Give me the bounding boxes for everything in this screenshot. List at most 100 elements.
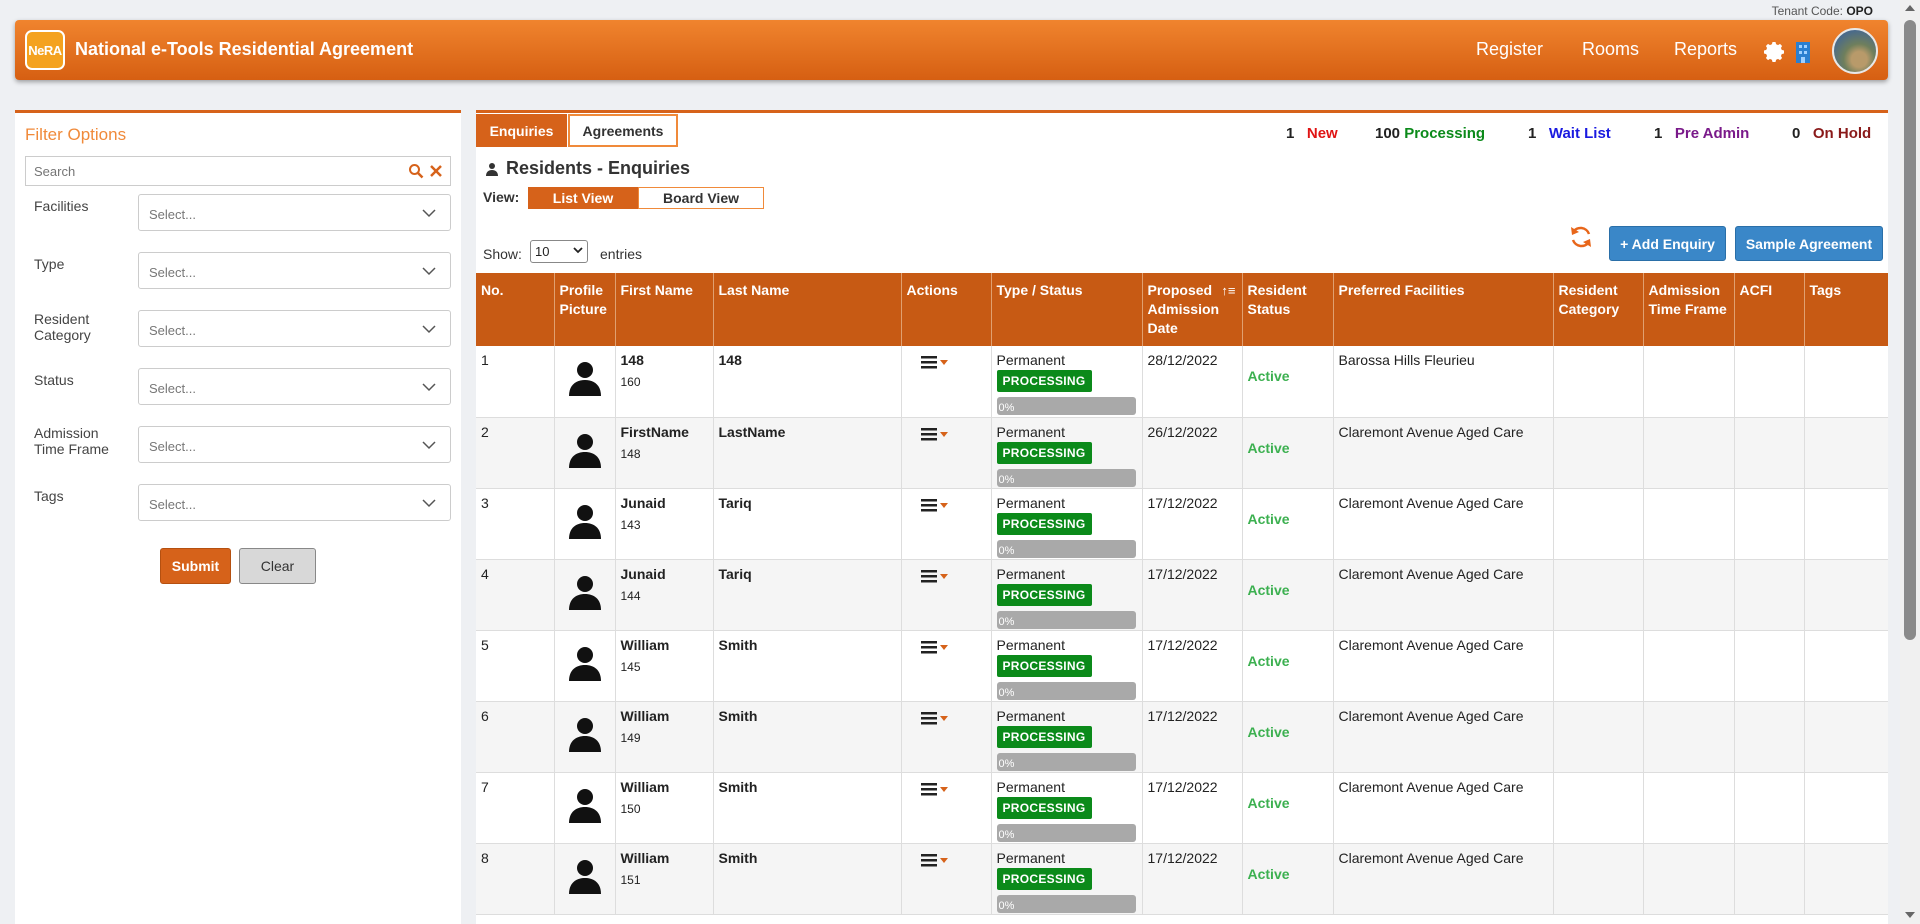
stat-on-hold[interactable]: 0 On Hold: [1792, 125, 1871, 142]
building-icon[interactable]: [1793, 41, 1813, 63]
stat-pre-admin[interactable]: 1 Pre Admin: [1654, 125, 1749, 142]
scroll-thumb[interactable]: [1904, 20, 1916, 640]
col-profile-picture[interactable]: Profile Picture: [554, 273, 616, 346]
actions-menu-button[interactable]: [907, 424, 986, 441]
table-row[interactable]: 3 Junaid 143 Tariq Permanent PROCESSING 0% 17/1…: [476, 488, 1888, 560]
first-name[interactable]: William: [621, 850, 670, 866]
profile-picture[interactable]: [554, 843, 616, 915]
actions-menu-button[interactable]: [907, 850, 986, 867]
nav-register[interactable]: Register: [1476, 39, 1543, 60]
app-logo[interactable]: NeRA: [25, 30, 65, 70]
acfi-cell: [1734, 417, 1805, 489]
nav-reports[interactable]: Reports: [1674, 39, 1737, 60]
col-first-name[interactable]: First Name: [615, 273, 714, 346]
actions-menu-button[interactable]: [907, 495, 986, 512]
add-enquiry-button[interactable]: + Add Enquiry: [1609, 226, 1726, 261]
gear-icon[interactable]: [1763, 40, 1787, 64]
list-view-button[interactable]: List View: [528, 187, 638, 209]
actions-menu-button[interactable]: [907, 637, 986, 654]
table-row[interactable]: 1 148 160 148 Permanent PROCESSING 0% 28/12/202…: [476, 346, 1888, 418]
search-icon[interactable]: [408, 163, 424, 179]
stat-processing[interactable]: 100 Processing: [1375, 125, 1485, 142]
col-admission-time-frame[interactable]: Admission Time Frame: [1643, 273, 1735, 346]
actions-menu-button[interactable]: [907, 352, 986, 369]
profile-picture[interactable]: [554, 630, 616, 702]
type-text: Permanent: [996, 565, 1065, 582]
profile-picture[interactable]: [554, 346, 616, 418]
status-select[interactable]: Select...: [138, 368, 451, 405]
table-row[interactable]: 4 Junaid 144 Tariq Permanent PROCESSING 0% 17/1…: [476, 559, 1888, 631]
first-name[interactable]: William: [621, 708, 670, 724]
profile-picture-icon: [568, 717, 601, 752]
progress-label: 0%: [998, 473, 1015, 486]
table-row[interactable]: 7 William 150 Smith Permanent PROCESSING 0% 17/…: [476, 772, 1888, 844]
last-name[interactable]: Smith: [719, 779, 758, 795]
last-name[interactable]: LastName: [719, 424, 786, 440]
actions-menu-button[interactable]: [907, 779, 986, 796]
profile-picture-icon: [568, 859, 601, 894]
profile-picture[interactable]: [554, 772, 616, 844]
stat-wait-list[interactable]: 1 Wait List: [1528, 125, 1611, 142]
sort-icon[interactable]: ↑≡: [1221, 281, 1235, 300]
table-row[interactable]: 8 William 151 Smith Permanent PROCESSING 0% 17/…: [476, 843, 1888, 915]
col-no[interactable]: No.: [476, 273, 555, 346]
profile-picture[interactable]: [554, 559, 616, 631]
close-icon[interactable]: [428, 163, 444, 179]
resident-category-select[interactable]: Select...: [138, 310, 451, 347]
first-name[interactable]: 148: [621, 352, 644, 368]
last-name[interactable]: Smith: [719, 850, 758, 866]
profile-picture[interactable]: [554, 417, 616, 489]
tab-agreements[interactable]: Agreements: [568, 114, 678, 147]
last-name[interactable]: Smith: [719, 708, 758, 724]
profile-picture[interactable]: [554, 488, 616, 560]
table-row[interactable]: 5 William 145 Smith Permanent PROCESSING 0% 17/…: [476, 630, 1888, 702]
scroll-up-icon[interactable]: [1905, 5, 1915, 11]
admission-time-frame-select[interactable]: Select...: [138, 426, 451, 463]
table-row[interactable]: 2 FirstName 148 LastName Permanent PROCESSING…: [476, 417, 1888, 489]
menu-icon: [920, 498, 937, 511]
facilities-select[interactable]: Select...: [138, 194, 451, 231]
table-row[interactable]: 6 William 149 Smith Permanent PROCESSING 0% 17/…: [476, 701, 1888, 773]
col-actions[interactable]: Actions: [901, 273, 992, 346]
submit-button[interactable]: Submit: [160, 548, 231, 584]
first-name[interactable]: William: [621, 779, 670, 795]
search-input[interactable]: [26, 157, 386, 185]
nav-rooms[interactable]: Rooms: [1582, 39, 1639, 60]
board-view-button[interactable]: Board View: [638, 187, 764, 209]
admission-date: 17/12/2022: [1142, 843, 1243, 915]
status-badge: PROCESSING: [996, 654, 1092, 677]
col-resident-category[interactable]: Resident Category: [1553, 273, 1644, 346]
tags-select[interactable]: Select...: [138, 484, 451, 521]
progress-bar: 0%: [996, 894, 1136, 913]
type-select[interactable]: Select...: [138, 252, 451, 289]
clear-button[interactable]: Clear: [239, 548, 316, 584]
first-name[interactable]: FirstName: [621, 424, 689, 440]
last-name[interactable]: Tariq: [719, 566, 752, 582]
refresh-icon[interactable]: [1568, 224, 1594, 250]
tab-enquiries[interactable]: Enquiries: [476, 114, 567, 147]
entries-select[interactable]: 10: [530, 240, 588, 263]
profile-picture[interactable]: [554, 701, 616, 773]
user-avatar[interactable]: [1832, 28, 1878, 74]
col-last-name[interactable]: Last Name: [713, 273, 902, 346]
last-name[interactable]: Tariq: [719, 495, 752, 511]
col-type-status[interactable]: Type / Status: [991, 273, 1143, 346]
acfi-cell: [1734, 346, 1805, 418]
col-acfi[interactable]: ACFI: [1734, 273, 1805, 346]
col-tags[interactable]: Tags: [1804, 273, 1888, 346]
stat-new[interactable]: 1 New: [1286, 125, 1338, 142]
page-title: Residents - Enquiries: [486, 158, 690, 179]
col-resident-status[interactable]: Resident Status: [1242, 273, 1334, 346]
first-name[interactable]: Junaid: [621, 566, 666, 582]
last-name[interactable]: 148: [719, 352, 742, 368]
first-name[interactable]: Junaid: [621, 495, 666, 511]
col-admission-date[interactable]: Proposed Admission Date ↑≡: [1142, 273, 1243, 346]
actions-menu-button[interactable]: [907, 566, 986, 583]
last-name[interactable]: Smith: [719, 637, 758, 653]
col-preferred-facilities[interactable]: Preferred Facilities: [1333, 273, 1554, 346]
sample-agreement-button[interactable]: Sample Agreement: [1735, 226, 1883, 261]
first-name[interactable]: William: [621, 637, 670, 653]
scrollbar[interactable]: [1900, 0, 1920, 924]
scroll-down-icon[interactable]: [1905, 912, 1915, 918]
actions-menu-button[interactable]: [907, 708, 986, 725]
